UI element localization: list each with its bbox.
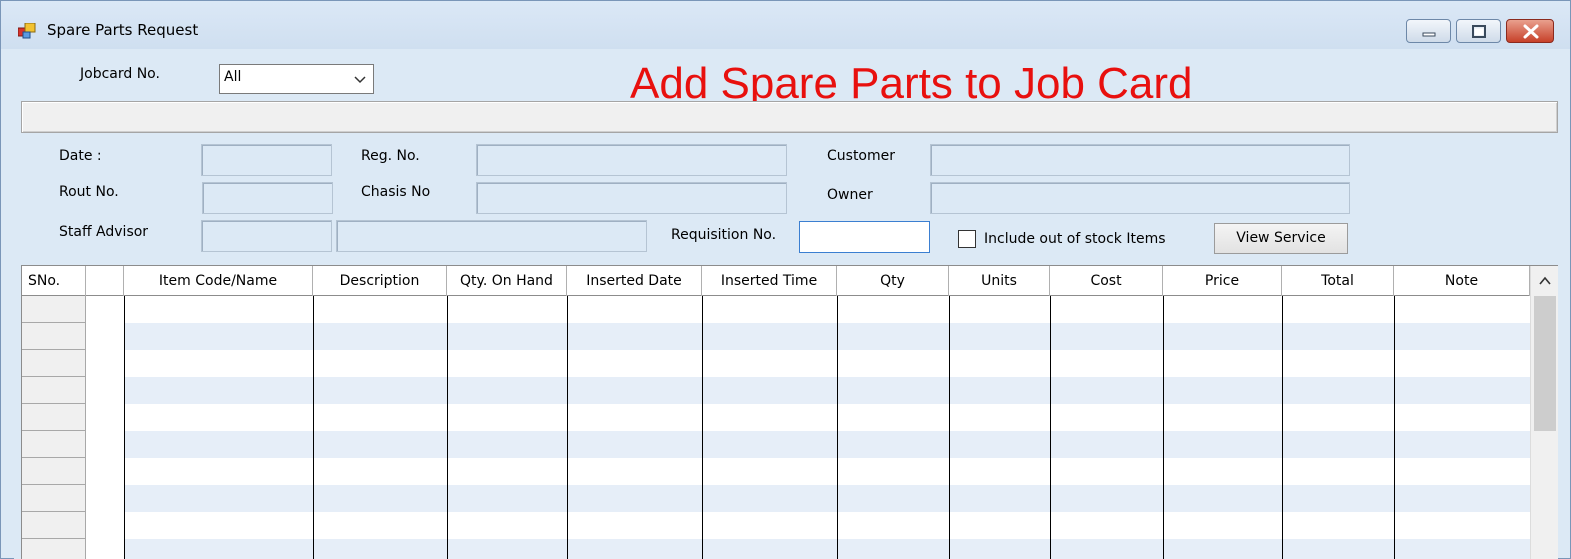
grid-row[interactable] (124, 485, 1530, 512)
row-header[interactable] (22, 512, 86, 539)
rout-no-label: Rout No. (59, 184, 119, 200)
owner-label: Owner (827, 187, 873, 203)
include-out-of-stock-checkbox[interactable] (958, 230, 976, 248)
title-bar[interactable]: Spare Parts Request (1, 1, 1570, 49)
customer-label: Customer (827, 148, 896, 164)
row-header[interactable] (22, 404, 86, 431)
spare-parts-grid[interactable]: SNo. Item Code/Name Description Qty. On … (21, 265, 1558, 559)
grid-vertical-scrollbar[interactable] (1530, 266, 1558, 559)
row-header[interactable] (22, 485, 86, 512)
spare-parts-request-window: Spare Parts Request Jobcard No. All Add … (0, 0, 1571, 559)
rout-no-field[interactable] (202, 182, 333, 214)
jobcard-label: Jobcard No. (80, 66, 160, 82)
column-header-price[interactable]: Price (1163, 266, 1282, 296)
column-header-total[interactable]: Total (1282, 266, 1394, 296)
column-header-inserted-date[interactable]: Inserted Date (567, 266, 702, 296)
grid-row[interactable] (124, 458, 1530, 485)
grid-row[interactable] (124, 350, 1530, 377)
chevron-up-icon[interactable] (1531, 266, 1558, 296)
grid-row[interactable] (124, 296, 1530, 323)
maximize-icon (1472, 25, 1486, 38)
column-divider (313, 296, 314, 559)
grid-row[interactable] (124, 431, 1530, 458)
jobcard-info-strip (21, 101, 1558, 133)
reg-no-field[interactable] (476, 144, 787, 176)
grid-row[interactable] (124, 377, 1530, 404)
minimize-icon (1422, 32, 1436, 37)
row-header[interactable] (22, 458, 86, 485)
column-divider (567, 296, 568, 559)
column-header-note[interactable]: Note (1394, 266, 1530, 296)
column-divider (1050, 296, 1051, 559)
app-icon (18, 23, 36, 39)
column-divider (447, 296, 448, 559)
scrollbar-thumb[interactable] (1534, 296, 1556, 431)
customer-field[interactable] (930, 144, 1350, 176)
row-header[interactable] (22, 323, 86, 350)
grid-row[interactable] (124, 539, 1530, 559)
column-divider (837, 296, 838, 559)
column-header-qty-on-hand[interactable]: Qty. On Hand (447, 266, 567, 296)
staff-advisor-code-field[interactable] (201, 220, 332, 252)
grid-row[interactable] (124, 323, 1530, 350)
jobcard-select[interactable]: All (219, 64, 374, 94)
include-out-of-stock-label: Include out of stock Items (984, 231, 1166, 247)
column-divider (702, 296, 703, 559)
column-divider (949, 296, 950, 559)
column-header-inserted-time[interactable]: Inserted Time (702, 266, 837, 296)
minimize-button[interactable] (1406, 19, 1451, 43)
column-header-blank[interactable] (86, 266, 124, 296)
column-divider (124, 296, 125, 559)
column-header-sno[interactable]: SNo. (22, 266, 86, 296)
column-divider (1163, 296, 1164, 559)
grid-row[interactable] (124, 404, 1530, 431)
form-client-area: Jobcard No. All Add Spare Parts to Job C… (14, 49, 1558, 559)
chasis-no-label: Chasis No (361, 184, 431, 200)
owner-field[interactable] (930, 182, 1350, 214)
requisition-no-label: Requisition No. (671, 227, 777, 243)
grid-header: SNo. Item Code/Name Description Qty. On … (22, 266, 1530, 296)
window-title: Spare Parts Request (47, 21, 199, 39)
column-header-qty[interactable]: Qty (837, 266, 949, 296)
staff-advisor-label: Staff Advisor (59, 224, 149, 240)
view-service-button[interactable]: View Service (1214, 223, 1348, 254)
column-header-units[interactable]: Units (949, 266, 1050, 296)
row-header[interactable] (22, 296, 86, 323)
column-divider (1282, 296, 1283, 559)
date-label: Date : (59, 148, 102, 164)
requisition-no-field[interactable] (799, 221, 930, 253)
chevron-down-icon (354, 76, 366, 84)
grid-row[interactable] (124, 512, 1530, 539)
row-header[interactable] (22, 539, 86, 559)
date-field[interactable] (201, 144, 332, 176)
staff-advisor-name-field[interactable] (336, 220, 647, 252)
jobcard-selected-value: All (224, 69, 242, 85)
reg-no-label: Reg. No. (361, 148, 420, 164)
column-header-item-code-name[interactable]: Item Code/Name (124, 266, 313, 296)
grid-body[interactable] (22, 296, 1530, 559)
row-header[interactable] (22, 377, 86, 404)
column-header-cost[interactable]: Cost (1050, 266, 1163, 296)
chasis-no-field[interactable] (476, 182, 787, 214)
close-button[interactable] (1506, 19, 1554, 43)
column-header-description[interactable]: Description (313, 266, 447, 296)
column-divider (1394, 296, 1395, 559)
maximize-button[interactable] (1456, 19, 1501, 43)
close-icon (1523, 24, 1539, 39)
row-header[interactable] (22, 431, 86, 458)
row-header[interactable] (22, 350, 86, 377)
